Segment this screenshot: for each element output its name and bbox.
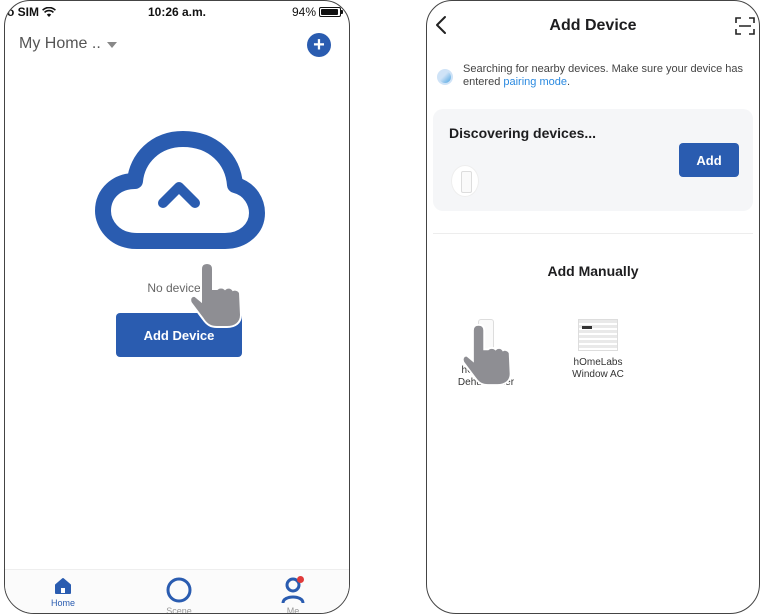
home-header: My Home .. +: [19, 33, 335, 59]
home-selector[interactable]: My Home ..: [19, 35, 117, 53]
search-instructions: Searching for nearby devices. Make sure …: [463, 63, 755, 89]
tab-me-label: Me: [286, 606, 300, 614]
empty-state-message: No devices: [147, 281, 207, 295]
add-manually-title: Add Manually: [547, 263, 639, 279]
add-discovered-button[interactable]: Add: [679, 143, 739, 177]
pointer-hand-icon: [189, 261, 243, 328]
home-name: My Home ..: [19, 35, 101, 52]
cloud-icon: [95, 131, 265, 249]
pairing-mode-link[interactable]: pairing mode: [503, 76, 567, 88]
manual-item-window-ac[interactable]: hOmeLabs Window AC: [553, 319, 643, 381]
add-plus-button[interactable]: +: [307, 33, 331, 57]
searching-spinner-icon: [437, 69, 453, 85]
home-icon: [55, 578, 71, 594]
manual-item-name: Window AC: [572, 369, 624, 380]
battery-status: 94%: [291, 5, 343, 19]
tab-scene[interactable]: Scene: [149, 576, 209, 614]
search-suffix: .: [566, 76, 571, 88]
nav-bar: Add Device: [427, 13, 759, 41]
tab-me[interactable]: Me: [263, 576, 323, 614]
manual-item-brand: hOmeLabs: [573, 357, 623, 368]
scene-icon: [166, 577, 192, 603]
tab-bar: Home Scene Me: [5, 569, 349, 613]
page-title: Add Device: [549, 17, 637, 34]
battery-icon: [319, 7, 343, 17]
status-bar: o SIM 10:26 a.m. 94%: [5, 1, 349, 23]
home-screen: o SIM 10:26 a.m. 94% My Home .. + No dev…: [4, 0, 350, 614]
discovered-device-icon[interactable]: [451, 165, 479, 197]
discovering-card: Discovering devices... Add: [433, 109, 753, 211]
add-device-screen: Add Device Searching for nearby devices.…: [426, 0, 760, 614]
tab-home[interactable]: Home: [33, 576, 93, 608]
pointer-hand-icon: [461, 323, 512, 387]
notification-dot: [297, 576, 304, 583]
search-status: Searching for nearby devices. Make sure …: [437, 63, 755, 89]
battery-percent: 94%: [291, 5, 316, 19]
tab-scene-label: Scene: [166, 606, 192, 614]
discovering-title: Discovering devices...: [449, 125, 597, 141]
window-ac-icon: [578, 319, 618, 351]
section-divider: [433, 233, 753, 234]
caret-down-icon: [106, 42, 117, 48]
scan-icon[interactable]: [735, 17, 755, 35]
tab-home-label: Home: [50, 598, 75, 608]
